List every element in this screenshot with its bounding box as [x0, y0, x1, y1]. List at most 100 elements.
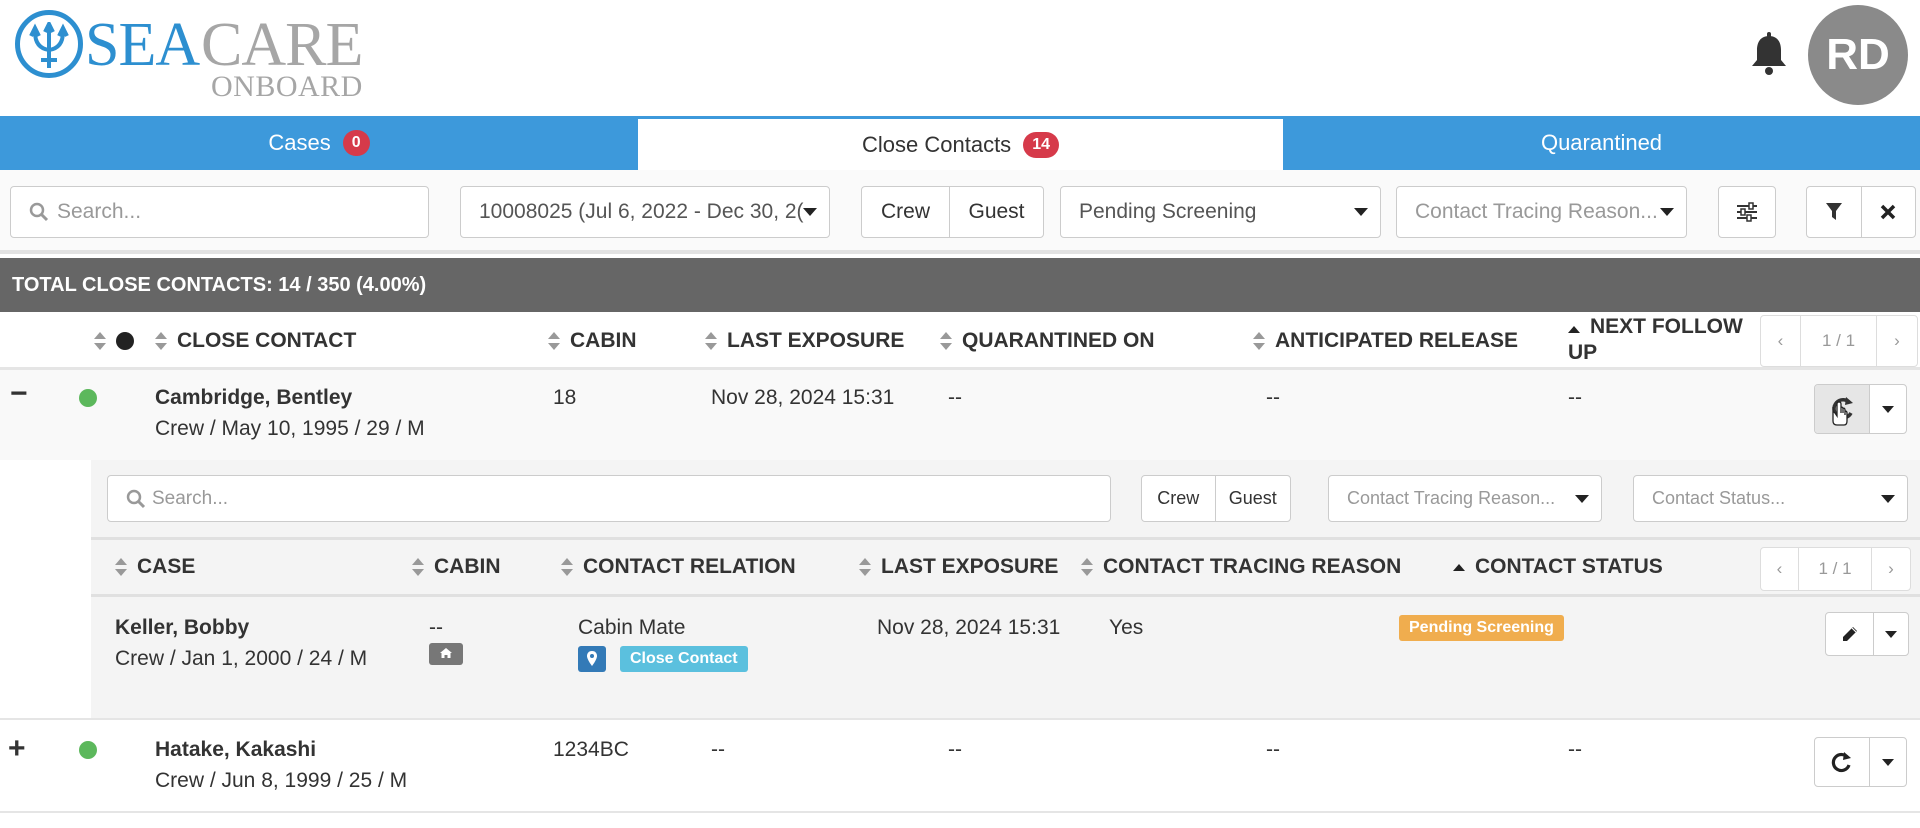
- sort-icon: [1253, 332, 1265, 350]
- page-indicator: 1 / 1: [1801, 316, 1877, 366]
- avatar[interactable]: RD: [1808, 5, 1908, 105]
- contact-status-badge: Pending Screening: [1399, 615, 1564, 641]
- expand-toggle[interactable]: +: [8, 732, 26, 766]
- close-icon: [1881, 204, 1896, 220]
- tab-cases[interactable]: Cases 0: [0, 116, 638, 170]
- tab-label: Close Contacts: [862, 131, 1012, 157]
- column-cabin[interactable]: CABIN: [548, 312, 637, 370]
- sort-status-column[interactable]: [94, 312, 134, 370]
- seacare-logo[interactable]: SEA CARE ONBOARD: [15, 10, 375, 102]
- chevron-down-icon: [1575, 494, 1589, 503]
- guest-button[interactable]: Guest: [1216, 476, 1291, 521]
- column-settings-button[interactable]: [1718, 186, 1776, 238]
- crew-button[interactable]: Crew: [862, 187, 950, 237]
- collapse-toggle[interactable]: −: [10, 377, 28, 411]
- table-row[interactable]: + Hatake, Kakashi Crew / Jun 8, 1999 / 2…: [0, 720, 1920, 811]
- voyage-select[interactable]: 10008025 (Jul 6, 2022 - Dec 30, 2(: [460, 186, 830, 238]
- crew-button[interactable]: Crew: [1142, 476, 1216, 521]
- sort-icon: [859, 558, 871, 576]
- home-icon: [429, 643, 463, 665]
- clear-filters-button[interactable]: [1862, 187, 1916, 237]
- tab-bar: Cases 0 Close Contacts 14 Quarantined: [0, 116, 1920, 170]
- sort-icon: [115, 558, 127, 576]
- filter-bar: Search... 10008025 (Jul 6, 2022 - Dec 30…: [0, 170, 1920, 254]
- totals-bar: TOTAL CLOSE CONTACTS: 14 / 350 (4.00%): [0, 258, 1920, 312]
- column-label: QUARANTINED ON: [962, 329, 1155, 352]
- next-follow-up-value: --: [1568, 386, 1582, 409]
- voyage-value: 10008025 (Jul 6, 2022 - Dec 30, 2(: [479, 200, 804, 223]
- column-label: CONTACT STATUS: [1475, 555, 1663, 578]
- prev-page-button[interactable]: ‹: [1761, 548, 1799, 590]
- column-contact-status[interactable]: CONTACT STATUS: [1453, 540, 1663, 594]
- contact-details: Crew / Jun 8, 1999 / 25 / M: [155, 769, 408, 792]
- refresh-button[interactable]: [1815, 738, 1871, 786]
- sub-contact-status-select[interactable]: Contact Status...: [1633, 475, 1908, 522]
- status-dot-icon: [116, 332, 134, 350]
- column-anticipated-release[interactable]: ANTICIPATED RELEASE: [1253, 312, 1518, 370]
- filter-button[interactable]: [1807, 187, 1862, 237]
- column-next-follow-up[interactable]: NEXT FOLLOW UP: [1568, 312, 1743, 370]
- chevron-down-icon: [803, 208, 817, 216]
- case-name: Keller, Bobby: [115, 616, 250, 639]
- table-row[interactable]: − Cambridge, Bentley Crew / May 10, 1995…: [0, 370, 1920, 460]
- search-icon: [29, 202, 49, 222]
- tab-close-contacts[interactable]: Close Contacts 14: [638, 116, 1283, 170]
- sub-contact-tracing-reason-select[interactable]: Contact Tracing Reason...: [1328, 475, 1602, 522]
- sub-table-header: CASE CABIN CONTACT RELATION LAST EXPOSUR…: [91, 537, 1920, 597]
- count-badge: 0: [342, 130, 370, 156]
- chevron-down-icon: [1881, 494, 1895, 503]
- column-label: CABIN: [570, 329, 637, 352]
- map-marker-icon[interactable]: [578, 646, 606, 672]
- sub-search-input[interactable]: Search...: [107, 475, 1111, 522]
- last-exposure-value: Nov 28, 2024 15:31: [711, 386, 895, 409]
- column-quarantined-on[interactable]: QUARANTINED ON: [940, 312, 1155, 370]
- chevron-down-icon: [1660, 208, 1674, 216]
- contact-tracing-reason-value: Yes: [1109, 616, 1144, 639]
- next-page-button[interactable]: ›: [1877, 316, 1917, 366]
- row-actions-dropdown[interactable]: [1870, 385, 1906, 433]
- logo-text-sea: SEA: [85, 11, 200, 79]
- bell-icon[interactable]: [1749, 32, 1789, 76]
- edit-button[interactable]: [1826, 613, 1874, 655]
- column-label: CABIN: [434, 555, 501, 578]
- column-close-contact[interactable]: CLOSE CONTACT: [155, 312, 356, 370]
- badge-label: Close Contact: [620, 646, 748, 672]
- contact-name: Cambridge, Bentley: [155, 386, 353, 409]
- column-cabin[interactable]: CABIN: [412, 540, 501, 594]
- last-exposure-value: --: [711, 738, 725, 761]
- column-label: CLOSE CONTACT: [177, 329, 357, 352]
- case-actions-dropdown[interactable]: [1874, 613, 1908, 655]
- status-select[interactable]: Pending Screening: [1060, 186, 1381, 238]
- search-placeholder: Search...: [152, 487, 229, 509]
- pencil-icon: [1842, 627, 1857, 641]
- column-last-exposure[interactable]: LAST EXPOSURE: [705, 312, 904, 370]
- anticipated-release-value: --: [1266, 738, 1280, 761]
- column-contact-relation[interactable]: CONTACT RELATION: [561, 540, 796, 594]
- tab-quarantined[interactable]: Quarantined: [1283, 116, 1920, 170]
- row-actions-dropdown[interactable]: [1870, 738, 1906, 786]
- sort-icon: [548, 332, 560, 350]
- contact-details: Crew / May 10, 1995 / 29 / M: [155, 417, 425, 440]
- guest-button[interactable]: Guest: [950, 187, 1043, 237]
- case-row[interactable]: Keller, Bobby Crew / Jan 1, 2000 / 24 / …: [91, 597, 1920, 718]
- logo-text-onboard: ONBOARD: [211, 70, 363, 103]
- column-last-exposure[interactable]: LAST EXPOSURE: [859, 540, 1058, 594]
- column-case[interactable]: CASE: [115, 540, 195, 594]
- next-page-button[interactable]: ›: [1872, 548, 1910, 590]
- refresh-button[interactable]: [1815, 385, 1871, 433]
- sort-icon: [1081, 558, 1093, 576]
- chevron-down-icon: [1885, 630, 1897, 638]
- column-label: LAST EXPOSURE: [881, 555, 1059, 578]
- sort-icon: [705, 332, 717, 350]
- pagination: ‹ 1 / 1 ›: [1760, 315, 1918, 367]
- sort-ascending-icon: [1568, 325, 1580, 333]
- prev-page-button[interactable]: ‹: [1761, 316, 1801, 366]
- search-input[interactable]: Search...: [10, 186, 429, 238]
- app-header: SEA CARE ONBOARD RD: [0, 0, 1920, 116]
- refresh-icon: [1831, 752, 1852, 773]
- contact-tracing-reason-select[interactable]: Contact Tracing Reason...: [1396, 186, 1687, 238]
- column-contact-tracing-reason[interactable]: CONTACT TRACING REASON: [1081, 540, 1401, 594]
- quarantined-on-value: --: [948, 386, 962, 409]
- cabin-value: --: [429, 616, 443, 639]
- sort-ascending-icon: [1453, 563, 1465, 571]
